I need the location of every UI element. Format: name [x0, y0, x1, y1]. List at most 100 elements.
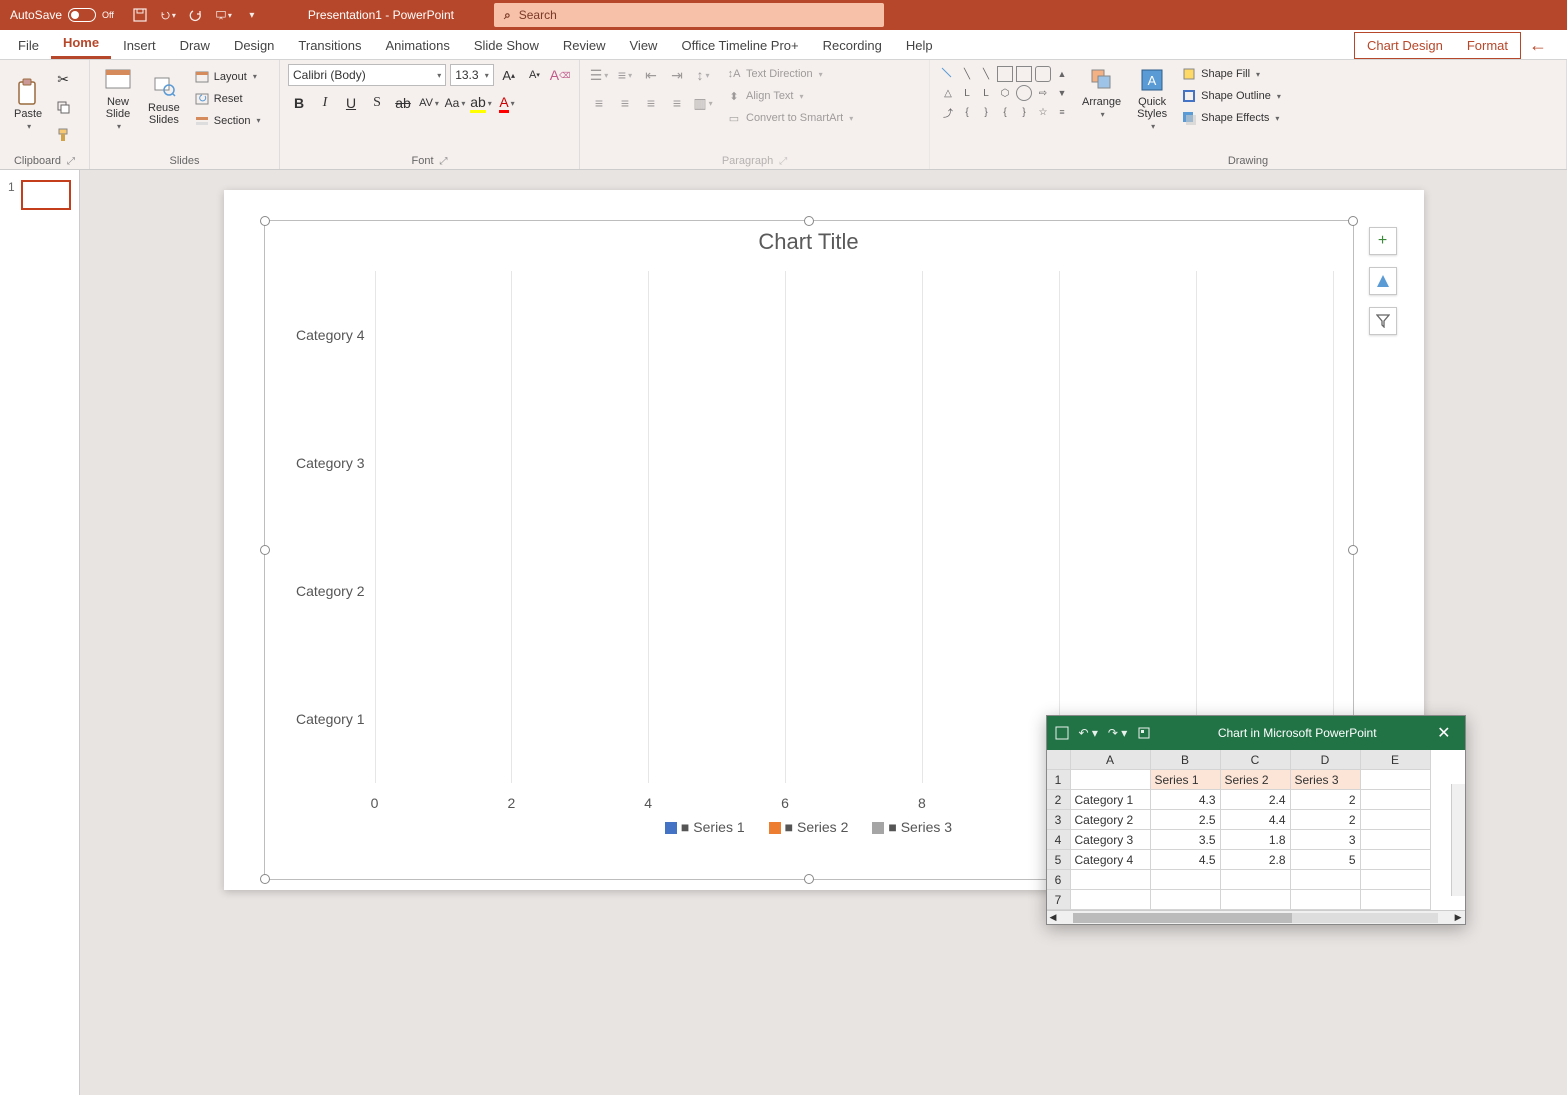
value-cell[interactable]: 4.4 — [1221, 810, 1291, 830]
chart-elements-button[interactable]: + — [1369, 227, 1397, 255]
font-launcher-icon[interactable]: ⤢ — [440, 156, 448, 167]
legend-item-1[interactable]: ■ Series 1 — [665, 819, 745, 835]
series-header[interactable]: Series 1 — [1151, 770, 1221, 790]
justify-button[interactable]: ≡ — [666, 92, 688, 114]
value-cell[interactable]: 2 — [1291, 810, 1361, 830]
cell[interactable] — [1221, 870, 1291, 890]
datasheet-close-button[interactable]: ✕ — [1431, 723, 1456, 743]
cell[interactable] — [1361, 890, 1431, 910]
value-cell[interactable]: 3.5 — [1151, 830, 1221, 850]
cell[interactable] — [1361, 830, 1431, 850]
cell[interactable] — [1361, 810, 1431, 830]
resize-handle[interactable] — [1348, 216, 1358, 226]
series-header[interactable]: Series 3 — [1291, 770, 1361, 790]
col-header[interactable]: A — [1071, 750, 1151, 770]
collapse-arrow-icon[interactable]: ← — [1529, 35, 1547, 56]
section-button[interactable]: Section▾ — [190, 111, 265, 131]
resize-handle[interactable] — [804, 874, 814, 884]
decrease-indent-button[interactable]: ⇤ — [640, 64, 662, 86]
tab-office-timeline[interactable]: Office Timeline Pro+ — [669, 32, 810, 59]
ds-edit-icon[interactable] — [1137, 726, 1151, 740]
row-header[interactable]: 1 — [1047, 770, 1071, 790]
tab-transitions[interactable]: Transitions — [286, 32, 373, 59]
search-box[interactable]: ⌕ Search — [494, 3, 884, 27]
cell[interactable] — [1291, 870, 1361, 890]
copy-icon[interactable] — [52, 96, 74, 118]
clear-formatting-icon[interactable]: A⌫ — [549, 64, 571, 86]
cell[interactable] — [1221, 890, 1291, 910]
reuse-slides-button[interactable]: Reuse Slides — [142, 70, 186, 128]
tab-slideshow[interactable]: Slide Show — [462, 32, 551, 59]
col-header[interactable] — [1047, 750, 1071, 770]
value-cell[interactable]: 2 — [1291, 790, 1361, 810]
columns-button[interactable]: ▥▾ — [692, 92, 714, 114]
tab-review[interactable]: Review — [551, 32, 618, 59]
legend-item-2[interactable]: ■ Series 2 — [769, 819, 849, 835]
slide[interactable]: + Chart Title 02468101214Category 4Categ… — [224, 190, 1424, 890]
char-spacing-button[interactable]: AV▾ — [418, 92, 440, 114]
increase-indent-button[interactable]: ⇥ — [666, 64, 688, 86]
value-cell[interactable]: 4.3 — [1151, 790, 1221, 810]
slide-thumbnails-pane[interactable]: 1 — [0, 170, 80, 1095]
undo-icon[interactable]: ▾ — [160, 7, 176, 23]
tab-file[interactable]: File — [6, 32, 51, 59]
bullets-button[interactable]: ☰▾ — [588, 64, 610, 86]
tab-help[interactable]: Help — [894, 32, 945, 59]
format-painter-icon[interactable] — [52, 124, 74, 146]
text-direction-button[interactable]: ↕AText Direction▾ — [722, 64, 857, 84]
category-cell[interactable]: Category 2 — [1071, 810, 1151, 830]
value-cell[interactable]: 5 — [1291, 850, 1361, 870]
series-header[interactable]: Series 2 — [1221, 770, 1291, 790]
slide-canvas-area[interactable]: + Chart Title 02468101214Category 4Categ… — [80, 170, 1567, 1095]
reset-button[interactable]: Reset — [190, 89, 265, 109]
col-header[interactable]: D — [1291, 750, 1361, 770]
row-header[interactable]: 7 — [1047, 890, 1071, 910]
tab-design[interactable]: Design — [222, 32, 286, 59]
tab-chart-design[interactable]: Chart Design — [1355, 33, 1455, 58]
tab-format[interactable]: Format — [1455, 33, 1520, 58]
cell[interactable] — [1291, 890, 1361, 910]
strikethrough-button[interactable]: ab — [392, 92, 414, 114]
thumbnail-slide-1[interactable]: 1 — [8, 180, 71, 210]
resize-handle[interactable] — [260, 216, 270, 226]
save-icon[interactable] — [132, 7, 148, 23]
cell[interactable] — [1361, 790, 1431, 810]
cell[interactable] — [1071, 870, 1151, 890]
value-cell[interactable]: 1.8 — [1221, 830, 1291, 850]
change-case-button[interactable]: Aa▾ — [444, 92, 466, 114]
chart-title[interactable]: Chart Title — [265, 221, 1353, 271]
italic-button[interactable]: I — [314, 92, 336, 114]
align-right-button[interactable]: ≡ — [640, 92, 662, 114]
value-cell[interactable]: 2.4 — [1221, 790, 1291, 810]
datasheet-titlebar[interactable]: ↶ ▾ ↷ ▾ Chart in Microsoft PowerPoint ✕ — [1047, 716, 1465, 750]
quick-styles-button[interactable]: A Quick Styles▾ — [1131, 64, 1173, 134]
value-cell[interactable]: 4.5 — [1151, 850, 1221, 870]
value-cell[interactable]: 2.8 — [1221, 850, 1291, 870]
tab-view[interactable]: View — [618, 32, 670, 59]
col-header[interactable]: B — [1151, 750, 1221, 770]
highlight-button[interactable]: ab▾ — [470, 92, 492, 114]
cell[interactable] — [1151, 890, 1221, 910]
category-row[interactable]: Category 2 — [375, 561, 1333, 621]
col-header[interactable]: E — [1361, 750, 1431, 770]
value-cell[interactable]: 2.5 — [1151, 810, 1221, 830]
tab-draw[interactable]: Draw — [168, 32, 222, 59]
paste-button[interactable]: Paste▾ — [8, 76, 48, 134]
chart-data-sheet[interactable]: ↶ ▾ ↷ ▾ Chart in Microsoft PowerPoint ✕ … — [1046, 715, 1466, 925]
resize-handle[interactable] — [260, 874, 270, 884]
font-name-combo[interactable]: Calibri (Body)▾ — [288, 64, 446, 86]
category-cell[interactable]: Category 1 — [1071, 790, 1151, 810]
cell[interactable] — [1361, 770, 1431, 790]
redo-icon[interactable] — [188, 7, 204, 23]
shape-fill-button[interactable]: Shape Fill▾ — [1177, 64, 1285, 84]
cell[interactable] — [1071, 890, 1151, 910]
tab-animations[interactable]: Animations — [374, 32, 462, 59]
autosave-toggle[interactable]: AutoSave Off — [0, 8, 124, 22]
shape-outline-button[interactable]: Shape Outline▾ — [1177, 86, 1285, 106]
bold-button[interactable]: B — [288, 92, 310, 114]
numbering-button[interactable]: ≡▾ — [614, 64, 636, 86]
layout-button[interactable]: Layout▾ — [190, 67, 265, 87]
align-center-button[interactable]: ≡ — [614, 92, 636, 114]
tab-home[interactable]: Home — [51, 29, 111, 59]
arrange-button[interactable]: Arrange▾ — [1076, 64, 1127, 122]
